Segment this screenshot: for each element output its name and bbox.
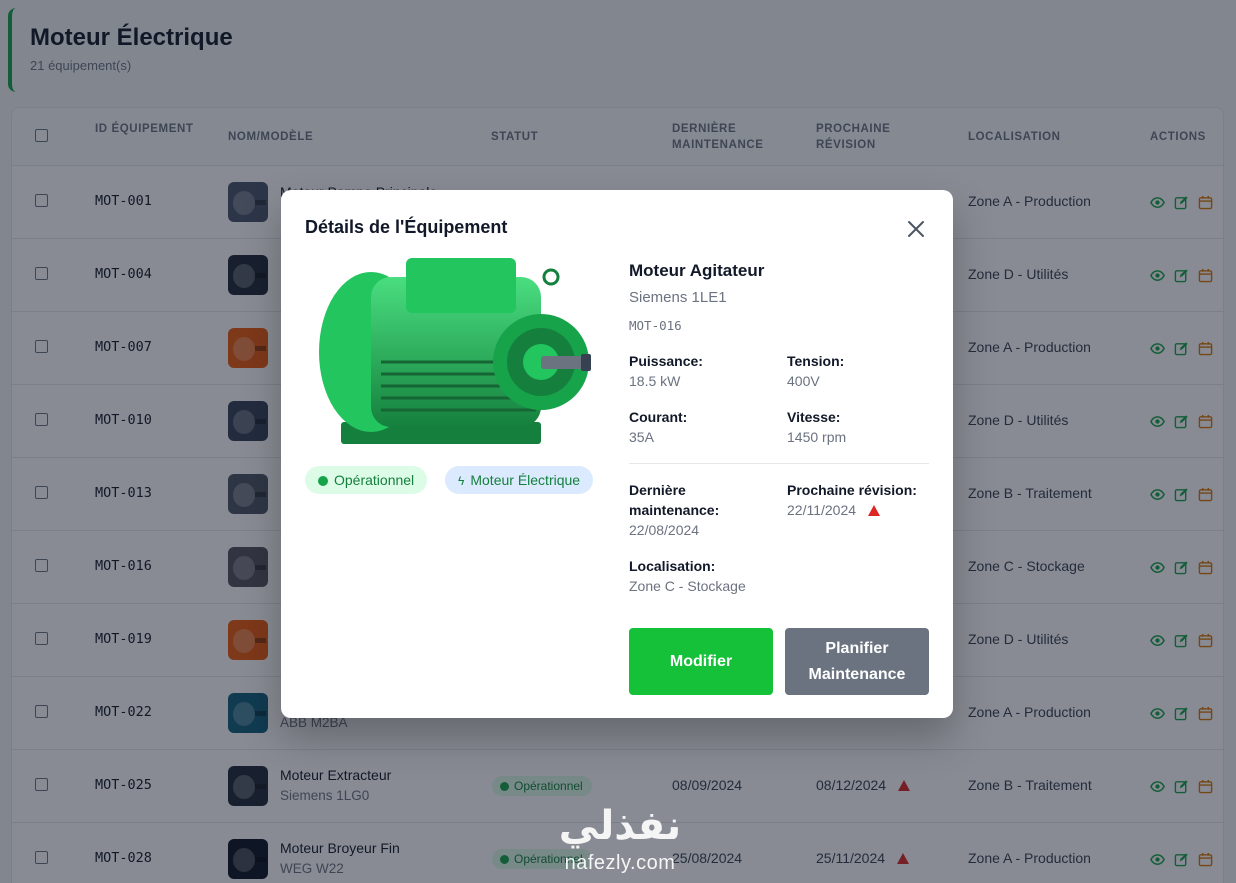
courant-label: Courant: — [629, 409, 688, 425]
modal-title: Détails de l'Équipement — [305, 217, 508, 237]
watermark-latin: nafezly.com — [564, 852, 676, 874]
puissance-label: Puissance: — [629, 353, 703, 369]
courant-value: 35A — [629, 429, 654, 445]
next-revision-label: Prochaine révision: — [787, 482, 917, 498]
last-maintenance-value: 22/08/2024 — [629, 522, 700, 538]
bolt-icon: ϟ — [458, 474, 465, 488]
equipment-id: MOT-016 — [629, 318, 682, 333]
plan-maintenance-button[interactable]: Planifier Maintenance — [785, 628, 929, 695]
tension-value: 400V — [787, 373, 820, 389]
modifier-button[interactable]: Modifier — [629, 628, 773, 695]
next-revision-value: 22/11/2024 — [787, 500, 881, 520]
equipment-model: Siemens 1LE1 — [629, 289, 727, 306]
vitesse-value: 1450 rpm — [787, 429, 847, 445]
close-icon[interactable] — [905, 218, 927, 240]
equipment-name: Moteur Agitateur — [629, 261, 765, 280]
motor-image — [319, 258, 591, 444]
type-chip: ϟ Moteur Électrique — [445, 466, 594, 494]
check-circle-icon — [318, 476, 328, 486]
last-maintenance-label: Dernière maintenance: — [629, 482, 720, 518]
tension-label: Tension: — [787, 353, 845, 369]
puissance-value: 18.5 kW — [629, 373, 681, 389]
status-chip: Opérationnel — [305, 466, 428, 494]
watermark: نفذلي nafezly.com — [540, 800, 700, 883]
watermark-arabic: نفذلي — [558, 803, 682, 849]
divider — [629, 463, 929, 464]
equipment-details-modal: Détails de l'Équipement Opérationnel ϟ Mo… — [281, 190, 953, 718]
warning-icon — [868, 505, 881, 516]
vitesse-label: Vitesse: — [787, 409, 841, 425]
location-label: Localisation: — [629, 558, 716, 574]
location-value: Zone C - Stockage — [629, 578, 746, 594]
